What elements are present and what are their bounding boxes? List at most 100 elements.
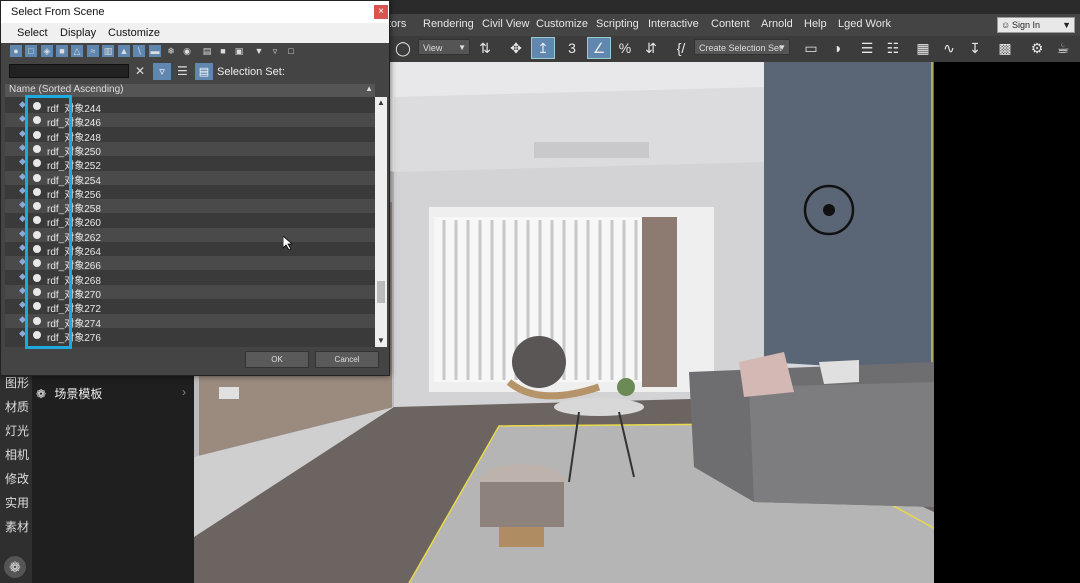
filter-icon[interactable]: ▿ — [269, 45, 281, 57]
filter-toggle-icon[interactable]: ▿ — [153, 63, 171, 80]
light-filter-icon[interactable]: ◈ — [41, 45, 53, 57]
menu-content[interactable]: Content — [711, 18, 750, 30]
scroll-down-icon[interactable]: ▼ — [375, 335, 387, 347]
align-icon[interactable]: ◑ — [826, 38, 848, 58]
view-dropdown[interactable]: View ▼ — [418, 39, 470, 55]
percent-label: % — [618, 40, 632, 56]
folder-icon[interactable]: □ — [285, 45, 297, 57]
sort-ascending-icon: ▲ — [365, 84, 373, 93]
close-icon[interactable]: × — [374, 5, 388, 19]
tab-modify[interactable]: 修改 — [5, 470, 29, 487]
tab-shapes[interactable]: 图形 — [5, 374, 29, 391]
search-row: ✕ ▿ ☰ ▤ Selection Set: — [1, 61, 389, 83]
pivot-icon[interactable]: ⇅ — [474, 38, 496, 58]
accent-wall — [764, 62, 934, 372]
menu-scripting[interactable]: Scripting — [596, 18, 639, 30]
display-none-icon[interactable]: ■ — [217, 45, 229, 57]
filter-options-icon[interactable]: ▼ — [253, 45, 265, 57]
scene-template-item[interactable]: ❁ 场景模板 › — [36, 385, 188, 403]
cancel-button[interactable]: Cancel — [315, 351, 379, 368]
selection-set-label: Selection Set: — [217, 66, 285, 78]
viewport-border-region — [934, 62, 1080, 583]
group-filter-icon[interactable]: ▥ — [102, 45, 114, 57]
menu-customize[interactable]: Customize — [536, 18, 588, 30]
selection-set-dropdown[interactable]: Create Selection Set ▼ — [694, 39, 790, 55]
curve-editor-icon[interactable]: ∿ — [938, 38, 960, 58]
ottoman-base — [499, 527, 544, 547]
coffee-table — [554, 398, 644, 416]
select-manipulate-icon[interactable]: ↥ — [531, 37, 555, 59]
menu-arnold[interactable]: Arnold — [761, 18, 793, 30]
menu-interactive[interactable]: Interactive — [648, 18, 699, 30]
clear-search-icon[interactable]: ✕ — [135, 64, 145, 78]
material-editor-icon[interactable]: ▩ — [994, 38, 1016, 58]
annotation-highlight-box — [25, 95, 72, 349]
scroll-thumb[interactable] — [377, 281, 385, 303]
selection-set-dropdown-label: Create Selection Set — [699, 43, 782, 53]
angle-snap-icon[interactable]: ∠ — [587, 37, 611, 59]
hierarchy-icon[interactable]: ▤ — [195, 63, 213, 80]
menu-tors[interactable]: tors — [388, 18, 406, 30]
snap-toggle-button[interactable]: 3 — [561, 38, 583, 58]
settings-icon[interactable]: ❁ — [4, 556, 26, 578]
render-frame-icon[interactable]: ☕ — [1052, 38, 1074, 58]
search-input[interactable] — [9, 64, 129, 78]
ribbon-toggle-icon[interactable]: ▦ — [912, 38, 934, 58]
menu-rendering[interactable]: Rendering — [423, 18, 474, 30]
filter-toolbar: ● □ ◈ ■ △ ≈ ▥ ▲ ∖ ▬ ❄ ◉ ▤ ■ ▣ ▼ ▿ □ — [1, 43, 389, 61]
tab-materials[interactable]: 材质 — [5, 398, 29, 415]
scroll-up-icon[interactable]: ▲ — [375, 97, 387, 109]
blackout-curtain — [642, 217, 677, 387]
snap-label: 3 — [568, 40, 576, 56]
dialog-menu-customize[interactable]: Customize — [108, 27, 160, 39]
user-icon: ☺ — [1001, 20, 1011, 30]
list-scrollbar[interactable]: ▲ ▼ — [375, 97, 387, 347]
menu-lged-work[interactable]: Lged Work — [838, 18, 891, 30]
geometry-filter-icon[interactable]: ● — [10, 45, 22, 57]
spinner-snap-icon[interactable]: ⇵ — [640, 38, 662, 58]
dialog-menubar: Select Display Customize — [1, 23, 389, 43]
wall-socket — [219, 387, 239, 399]
camera-filter-icon[interactable]: ■ — [56, 45, 68, 57]
move-icon[interactable]: ✥ — [505, 38, 527, 58]
tab-utilities[interactable]: 实用 — [5, 494, 29, 511]
bone-filter-icon[interactable]: ∖ — [133, 45, 145, 57]
ac-vent — [534, 142, 649, 158]
menu-help[interactable]: Help — [804, 18, 827, 30]
spacewarp-filter-icon[interactable]: ≈ — [87, 45, 99, 57]
sign-in-dropdown[interactable]: ☺ Sign In ▼ — [997, 17, 1075, 33]
shape-filter-icon[interactable]: □ — [25, 45, 37, 57]
mouse-cursor-icon — [283, 236, 293, 250]
scene-template-label: 场景模板 — [54, 387, 103, 401]
xref-filter-icon[interactable]: ▲ — [118, 45, 130, 57]
render-setup-icon[interactable]: ⚙ — [1026, 38, 1048, 58]
schematic-view-icon[interactable]: ↧ — [964, 38, 986, 58]
layers-icon[interactable]: ☰ — [177, 64, 188, 78]
tab-assets[interactable]: 素材 — [5, 518, 29, 535]
select-from-scene-dialog: Select From Scene × Select Display Custo… — [0, 0, 390, 376]
scene-explorer-icon[interactable]: ☰ — [856, 38, 878, 58]
invert-display-icon[interactable]: ▣ — [233, 45, 245, 57]
chevron-down-icon: ▼ — [458, 43, 466, 52]
tab-cameras[interactable]: 相机 — [5, 446, 29, 463]
lounge-chair-seat — [512, 336, 566, 388]
wall-clock-center — [823, 204, 835, 216]
dialog-menu-select[interactable]: Select — [17, 27, 48, 39]
ref-coord-icon[interactable]: ◯ — [392, 38, 414, 58]
percent-snap-button[interactable]: % — [614, 38, 636, 58]
tab-lights[interactable]: 灯光 — [5, 422, 29, 439]
patterned-cushion — [819, 360, 859, 384]
dialog-titlebar[interactable]: Select From Scene × — [1, 1, 389, 23]
layer-explorer-icon[interactable]: ☷ — [882, 38, 904, 58]
frozen-filter-icon[interactable]: ❄ — [165, 45, 177, 57]
edit-named-selection-icon[interactable]: {/ — [670, 38, 692, 58]
helper-filter-icon[interactable]: △ — [71, 45, 83, 57]
ok-button[interactable]: OK — [245, 351, 309, 368]
hidden-filter-icon[interactable]: ◉ — [181, 45, 193, 57]
menu-civil-view[interactable]: Civil View — [482, 18, 529, 30]
display-all-icon[interactable]: ▤ — [201, 45, 213, 57]
dialog-menu-display[interactable]: Display — [60, 27, 96, 39]
container-filter-icon[interactable]: ▬ — [149, 45, 161, 57]
mirror-icon[interactable]: ▭ — [800, 38, 822, 58]
view-dropdown-label: View — [423, 43, 443, 53]
